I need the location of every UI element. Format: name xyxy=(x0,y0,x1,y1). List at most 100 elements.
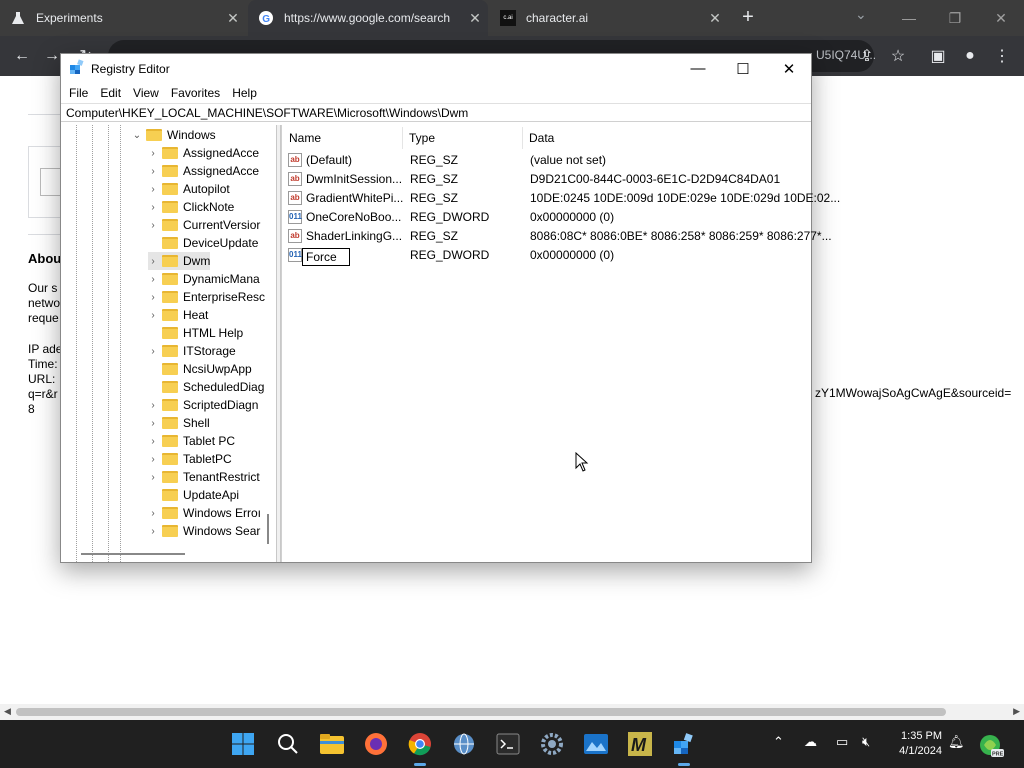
tree-node[interactable]: › Windows Erroı xyxy=(148,504,261,522)
tree-node[interactable]: › TenantRestrict xyxy=(148,468,259,486)
window-titlebar[interactable]: Registry Editor — ☐ ✕ xyxy=(61,54,811,83)
menu-kebab-icon[interactable]: ⋮ xyxy=(990,44,1014,68)
page-horizontal-scrollbar[interactable]: ◀ ▶ xyxy=(0,704,1024,720)
tree-node[interactable]: › AssignedAcce xyxy=(148,162,259,180)
windows-start-icon[interactable] xyxy=(229,730,257,758)
network-globe-icon[interactable] xyxy=(450,730,478,758)
registry-value-row[interactable]: ab DwmInitSession... REG_SZ D9D21C00-844C-0… xyxy=(282,170,812,189)
close-tab-icon[interactable]: ✕ xyxy=(468,11,482,25)
tree-node[interactable]: › ITStorage xyxy=(148,342,235,360)
display-icon[interactable]: ▭ xyxy=(836,734,848,750)
new-tab-button[interactable]: + xyxy=(737,6,759,28)
tree-node[interactable]: DeviceUpdate xyxy=(148,234,258,252)
column-header-data[interactable]: Data xyxy=(529,131,554,145)
column-divider[interactable] xyxy=(522,127,523,149)
tree-node[interactable]: HTML Help xyxy=(148,324,243,342)
expand-chevron-icon[interactable]: › xyxy=(148,148,158,159)
tree-node[interactable]: › Windows Sear xyxy=(148,522,260,540)
expand-chevron-icon[interactable]: › xyxy=(148,436,158,447)
tree-node[interactable]: › Autopilot xyxy=(148,180,229,198)
tree-node[interactable]: › EnterpriseResc xyxy=(148,288,265,306)
scrollbar-thumb[interactable] xyxy=(16,708,946,716)
expand-chevron-icon[interactable]: › xyxy=(148,256,158,267)
tree-horizontal-scrollbar[interactable] xyxy=(63,548,276,560)
side-panel-icon[interactable]: ▣ xyxy=(926,44,950,68)
volume-muted-icon[interactable]: 🔇︎ xyxy=(862,734,870,750)
column-divider[interactable] xyxy=(402,127,403,149)
registry-value-row[interactable]: ab ShaderLinkingG... REG_SZ 8086:08C* 8086:… xyxy=(282,227,832,246)
scroll-right-icon[interactable]: ▶ xyxy=(1013,706,1020,717)
registry-value-row[interactable]: ab GradientWhitePi... REG_SZ 10DE:0245 10DE… xyxy=(282,189,840,208)
minimize-icon[interactable]: — xyxy=(675,54,721,83)
rename-value-input[interactable]: Force xyxy=(302,248,350,266)
tree-node-windows[interactable]: ⌄ Windows xyxy=(132,126,216,144)
close-tab-icon[interactable]: ✕ xyxy=(226,11,240,25)
registry-values-list[interactable]: Name Type Data ab (Default) REG_SZ (value n… xyxy=(281,125,840,562)
profile-icon[interactable]: ● xyxy=(958,44,982,68)
minimize-icon[interactable]: — xyxy=(886,0,932,36)
tree-node[interactable]: ScheduledDiag xyxy=(148,378,264,396)
tab-search-chevron-icon[interactable]: ⌄ xyxy=(855,6,867,23)
copilot-preview-icon[interactable]: PRE xyxy=(978,732,1006,760)
expand-chevron-icon[interactable]: › xyxy=(148,526,158,537)
menu-edit[interactable]: Edit xyxy=(94,86,127,100)
expand-chevron-icon[interactable]: › xyxy=(148,346,158,357)
column-header-name[interactable]: Name xyxy=(289,131,321,145)
page-input[interactable] xyxy=(40,168,62,196)
notification-bell-icon[interactable]: 🔔︎ xyxy=(948,734,965,750)
menu-view[interactable]: View xyxy=(127,86,165,100)
tree-node[interactable]: › AssignedAcce xyxy=(148,144,259,162)
back-arrow-icon[interactable]: ← xyxy=(10,44,34,68)
tree-node[interactable]: › TabletPC xyxy=(148,450,231,468)
expand-chevron-icon[interactable]: › xyxy=(148,418,158,429)
star-icon[interactable]: ☆ xyxy=(886,44,910,68)
terminal-icon[interactable] xyxy=(494,730,522,758)
menu-file[interactable]: File xyxy=(63,86,94,100)
menu-favorites[interactable]: Favorites xyxy=(165,86,226,100)
column-header-type[interactable]: Type xyxy=(409,131,435,145)
scrollbar-thumb[interactable] xyxy=(267,514,269,544)
tab-google-search[interactable]: G https://www.google.com/search ✕ xyxy=(248,0,488,36)
registry-value-row[interactable]: 011 OneCoreNoBoo... REG_DWORD 0x00000000 (0… xyxy=(282,208,812,227)
m-app-icon[interactable]: M xyxy=(626,730,654,758)
expand-chevron-icon[interactable]: › xyxy=(148,274,158,285)
chrome-icon[interactable] xyxy=(406,730,434,766)
scrollbar-thumb[interactable] xyxy=(81,553,185,555)
tree-node[interactable]: › ClickNote xyxy=(148,198,234,216)
firefox-icon[interactable] xyxy=(362,730,390,758)
expand-chevron-icon[interactable]: › xyxy=(148,184,158,195)
tree-node[interactable]: › Shell xyxy=(148,414,209,432)
scroll-left-icon[interactable]: ◀ xyxy=(4,706,11,717)
expand-chevron-icon[interactable]: › xyxy=(148,454,158,465)
tree-node[interactable]: › Tablet PC xyxy=(148,432,235,450)
tab-experiments[interactable]: Experiments ✕ xyxy=(0,0,246,36)
settings-gear-icon[interactable] xyxy=(538,730,566,758)
tree-node[interactable]: › Heat xyxy=(148,306,208,324)
system-clock[interactable]: 1:35 PM 4/1/2024 xyxy=(890,729,942,759)
expand-chevron-icon[interactable]: › xyxy=(148,400,158,411)
registry-editor-taskbar-icon[interactable] xyxy=(670,730,698,766)
tree-node[interactable]: › DynamicMana xyxy=(148,270,259,288)
expand-chevron-icon[interactable]: › xyxy=(148,292,158,303)
chevron-up-icon[interactable]: ⌃ xyxy=(773,734,784,750)
menu-help[interactable]: Help xyxy=(226,86,263,100)
collapse-chevron-icon[interactable]: ⌄ xyxy=(132,130,142,141)
tree-node[interactable]: › CurrentVersior xyxy=(148,216,260,234)
close-icon[interactable]: ✕ xyxy=(766,54,812,83)
expand-chevron-icon[interactable]: › xyxy=(148,166,158,177)
close-icon[interactable]: ✕ xyxy=(978,0,1024,36)
maximize-icon[interactable]: ☐ xyxy=(720,54,766,83)
tab-character-ai[interactable]: c.ai character.ai ✕ xyxy=(490,0,728,36)
onedrive-icon[interactable]: ☁ xyxy=(804,734,817,750)
registry-address-bar[interactable]: Computer\HKEY_LOCAL_MACHINE\SOFTWARE\Mic… xyxy=(61,103,811,122)
search-icon[interactable] xyxy=(274,730,302,758)
expand-chevron-icon[interactable]: › xyxy=(148,508,158,519)
expand-chevron-icon[interactable]: › xyxy=(148,472,158,483)
restore-icon[interactable]: ❐ xyxy=(932,0,978,36)
tree-vertical-scrollbar[interactable] xyxy=(265,196,276,562)
expand-chevron-icon[interactable]: › xyxy=(148,310,158,321)
registry-tree[interactable]: ⌄ Windows › AssignedAcce › AssignedAcce › Aut… xyxy=(62,125,276,562)
share-icon[interactable]: ⇪ xyxy=(855,44,879,68)
close-tab-icon[interactable]: ✕ xyxy=(708,11,722,25)
tree-node[interactable]: › Dwm xyxy=(148,252,211,270)
